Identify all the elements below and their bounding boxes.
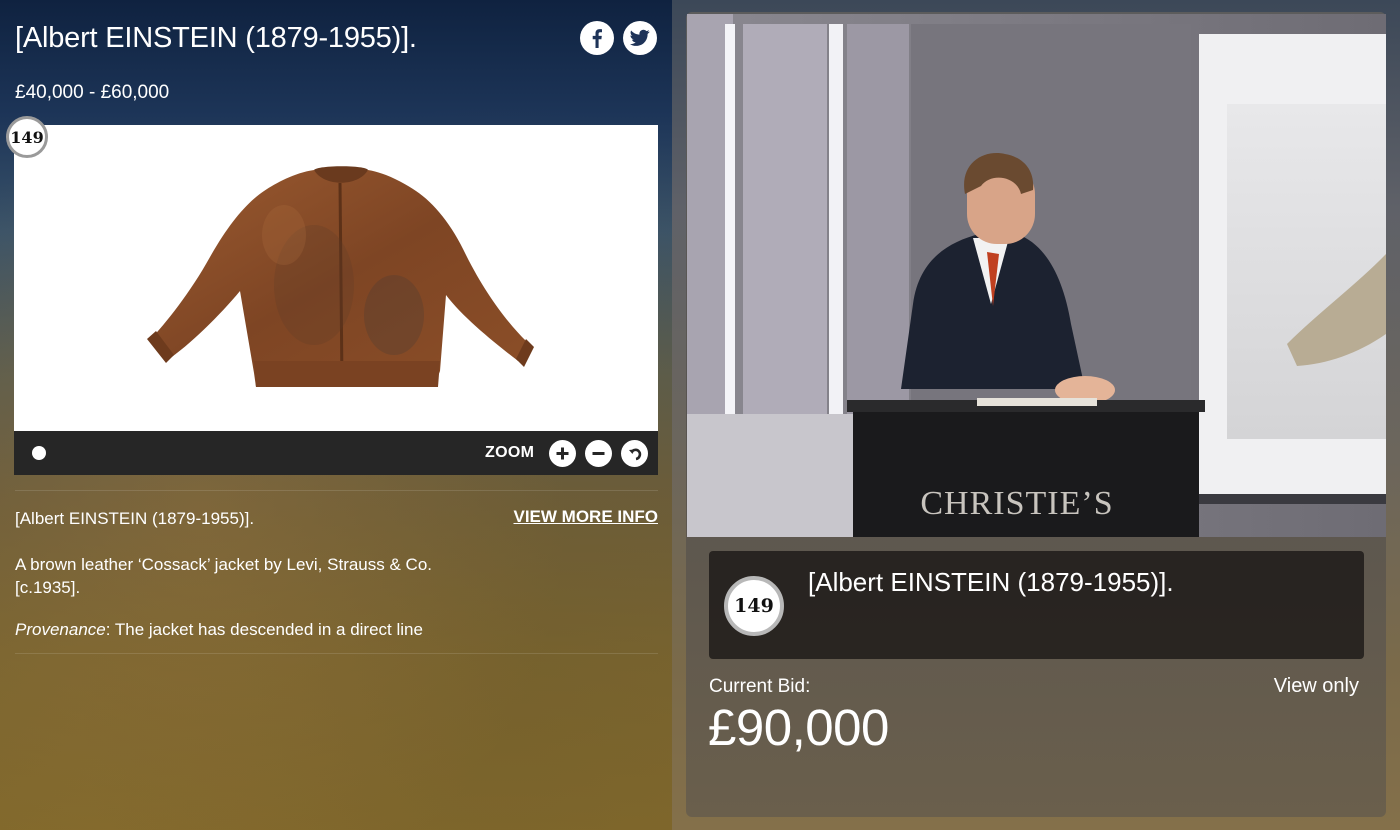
live-lot-number-badge: 149	[724, 576, 784, 636]
current-bid-label: Current Bid:	[709, 676, 811, 697]
provenance-text: Provenance: The jacket has descended in …	[15, 620, 423, 640]
lot-title: [Albert EINSTEIN (1879-1955)].	[15, 22, 417, 54]
twitter-icon[interactable]	[623, 21, 657, 55]
view-only-status: View only	[1273, 675, 1359, 697]
lot-image[interactable]	[14, 125, 658, 431]
lot-number-badge: 149	[6, 116, 48, 158]
reset-icon[interactable]	[621, 440, 648, 467]
image-pager-dot[interactable]	[32, 446, 46, 460]
description-body: A brown leather ‘Cossack’ jacket by Levi…	[15, 555, 432, 597]
zoom-label: ZOOM	[485, 444, 535, 461]
lot-detail-panel: [Albert EINSTEIN (1879-1955)]. £40,000 -…	[0, 0, 672, 830]
divider	[15, 490, 658, 491]
auction-room-scene: CHRISTIE’S	[687, 14, 1386, 537]
divider	[15, 653, 658, 654]
viewer-toolbar: ZOOM	[14, 431, 658, 475]
podium-lettering: CHRISTIE’S	[920, 485, 1113, 522]
zoom-out-icon[interactable]	[585, 440, 612, 467]
current-bid-amount: £90,000	[708, 699, 889, 756]
description-title: [Albert EINSTEIN (1879-1955)].	[15, 509, 255, 528]
live-video[interactable]: CHRISTIE’S	[687, 14, 1386, 537]
facebook-icon[interactable]	[580, 21, 614, 55]
jacket-image	[147, 166, 534, 387]
provenance-label: Provenance	[15, 620, 106, 639]
live-lot-title: [Albert EINSTEIN (1879-1955)].	[808, 567, 1174, 597]
zoom-in-icon[interactable]	[549, 440, 576, 467]
view-more-info-link[interactable]: VIEW MORE INFO	[514, 507, 659, 527]
image-viewer: ZOOM	[14, 125, 658, 475]
lot-estimate: £40,000 - £60,000	[15, 82, 170, 103]
provenance-value: : The jacket has descended in a direct l…	[105, 620, 423, 639]
